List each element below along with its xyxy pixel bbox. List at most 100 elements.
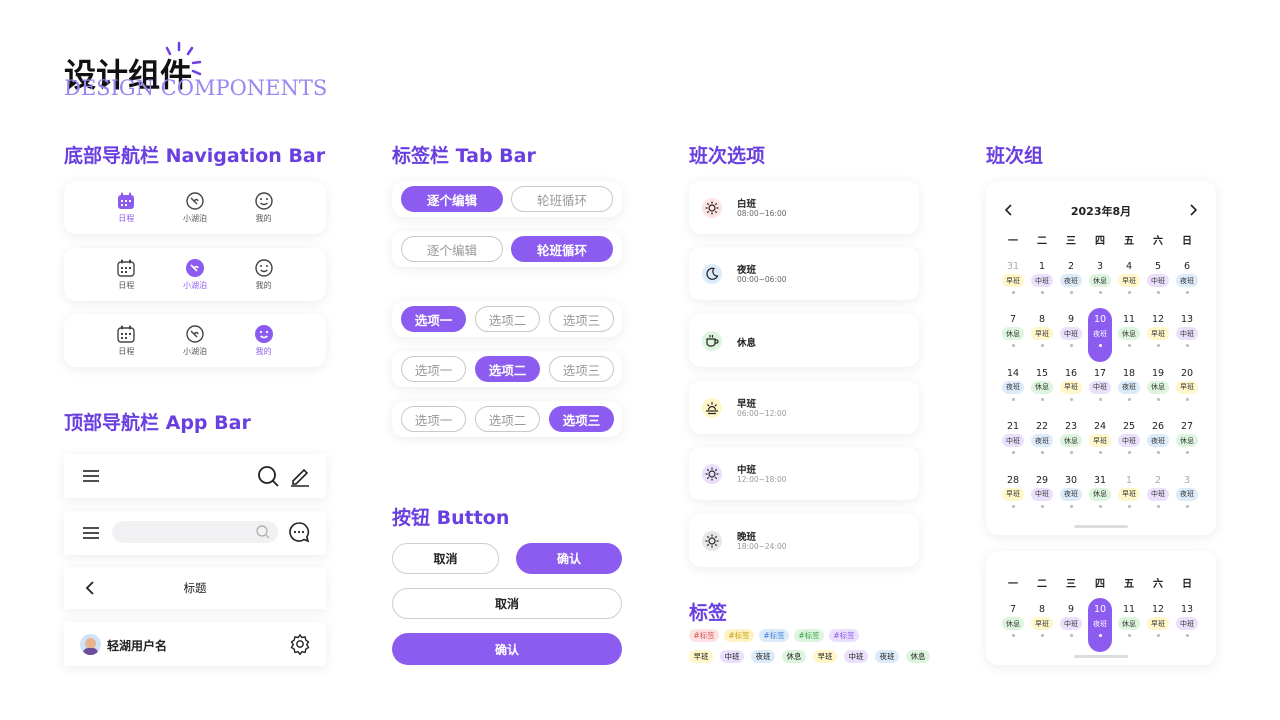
calendar-day[interactable]: 2 <box>1058 261 1084 272</box>
calendar-day[interactable]: 31 <box>1087 475 1113 486</box>
nav-item-me[interactable]: 我的 <box>234 324 294 357</box>
calendar-day[interactable]: 9 <box>1058 314 1084 325</box>
sun-icon <box>705 201 719 215</box>
home-indicator <box>1074 655 1128 658</box>
shift-option-evening[interactable]: 晚班 18:00~24:00 <box>689 514 919 567</box>
tab-option-3[interactable]: 选项三 <box>549 306 614 332</box>
shift-option-morning[interactable]: 早班 06:00~12:00 <box>689 381 919 434</box>
calendar-day[interactable]: 10 <box>1087 314 1113 325</box>
nav-item-schedule[interactable]: 日程 <box>96 191 156 224</box>
shift-badge: 中班 <box>1118 434 1140 448</box>
day-dot <box>1040 344 1044 348</box>
calendar-day[interactable]: 1 <box>1116 475 1142 486</box>
search-icon[interactable] <box>256 464 280 488</box>
app-bar-profile: 轻湖用户名 <box>64 622 326 666</box>
section-title-button: 按钮 Button <box>392 507 510 529</box>
calendar-day[interactable]: 23 <box>1058 421 1084 432</box>
tab-option-2[interactable]: 选项二 <box>475 356 540 382</box>
day-dot <box>1098 634 1102 637</box>
weekday-label: 五 <box>1124 236 1134 247</box>
tab-option-1[interactable]: 选项一 <box>401 356 466 382</box>
calendar-day[interactable]: 9 <box>1058 604 1084 615</box>
chevron-right-icon[interactable] <box>1188 203 1198 217</box>
avatar[interactable] <box>80 634 101 655</box>
calendar-day[interactable]: 13 <box>1174 314 1200 325</box>
tab-edit-each[interactable]: 逐个编辑 <box>401 236 503 262</box>
shift-time: 06:00~12:00 <box>737 409 787 418</box>
tab-rotation[interactable]: 轮班循环 <box>511 186 613 212</box>
shift-name: 早班 <box>737 399 757 410</box>
calendar-day[interactable]: 8 <box>1029 314 1055 325</box>
calendar-day[interactable]: 4 <box>1116 261 1142 272</box>
menu-icon[interactable] <box>82 525 100 541</box>
shift-option-night[interactable]: 夜班 00:00~06:00 <box>689 247 919 300</box>
shift-option-middle[interactable]: 中班 12:00~18:00 <box>689 447 919 500</box>
lake-icon <box>186 192 204 210</box>
shift-badge: 休息 <box>1089 274 1111 287</box>
nav-item-lake[interactable]: 小湖泊 <box>165 191 225 224</box>
tab-edit-each[interactable]: 逐个编辑 <box>401 186 503 212</box>
calendar-day[interactable]: 13 <box>1174 604 1200 615</box>
calendar-day[interactable]: 3 <box>1174 475 1200 486</box>
calendar-day[interactable]: 18 <box>1116 368 1142 379</box>
calendar-day[interactable]: 12 <box>1145 604 1171 615</box>
tab-option-1[interactable]: 选项一 <box>401 306 466 332</box>
calendar-day[interactable]: 10 <box>1087 604 1113 615</box>
shift-badge: 中班 <box>1147 274 1169 287</box>
calendar-day[interactable]: 25 <box>1116 421 1142 432</box>
nav-item-me[interactable]: 我的 <box>234 258 294 291</box>
calendar-day[interactable]: 11 <box>1116 604 1142 615</box>
calendar-day[interactable]: 27 <box>1174 421 1200 432</box>
cancel-button[interactable]: 取消 <box>392 543 499 574</box>
calendar-day[interactable]: 22 <box>1029 421 1055 432</box>
calendar-day[interactable]: 20 <box>1174 368 1200 379</box>
calendar-day[interactable]: 2 <box>1145 475 1171 486</box>
nav-item-schedule[interactable]: 日程 <box>96 324 156 357</box>
calendar-day[interactable]: 3 <box>1087 261 1113 272</box>
day-dot <box>1011 291 1015 294</box>
calendar-day[interactable]: 21 <box>1000 421 1026 432</box>
gear-icon[interactable] <box>289 633 311 655</box>
tab-option-3[interactable]: 选项三 <box>549 406 614 432</box>
calendar-day[interactable]: 30 <box>1058 475 1084 486</box>
calendar-day[interactable]: 26 <box>1145 421 1171 432</box>
calendar-day[interactable]: 12 <box>1145 314 1171 325</box>
smile-icon <box>254 325 273 343</box>
cancel-button-wide[interactable]: 取消 <box>392 588 622 619</box>
calendar-day[interactable]: 24 <box>1087 421 1113 432</box>
calendar-day[interactable]: 11 <box>1116 314 1142 325</box>
confirm-button-wide[interactable]: 确认 <box>392 633 622 665</box>
tab-option-3[interactable]: 选项三 <box>549 356 614 382</box>
tab-rotation[interactable]: 轮班循环 <box>511 236 613 262</box>
shift-option-day[interactable]: 白班 08:00~16:00 <box>689 181 919 234</box>
calendar-day[interactable]: 19 <box>1145 368 1171 379</box>
search-input[interactable] <box>112 521 278 543</box>
calendar-day[interactable]: 17 <box>1087 368 1113 379</box>
menu-icon[interactable] <box>82 468 100 484</box>
calendar-day[interactable]: 1 <box>1029 261 1055 272</box>
calendar-day[interactable]: 15 <box>1029 368 1055 379</box>
calendar-day[interactable]: 31 <box>1000 261 1026 272</box>
confirm-button[interactable]: 确认 <box>516 543 622 574</box>
calendar-day[interactable]: 14 <box>1000 368 1026 379</box>
nav-item-lake[interactable]: 小湖泊 <box>165 324 225 357</box>
day-dot <box>1098 397 1102 401</box>
calendar-day[interactable]: 6 <box>1174 261 1200 272</box>
calendar-day[interactable]: 7 <box>1000 314 1026 325</box>
tab-option-2[interactable]: 选项二 <box>475 406 540 432</box>
sun-icon <box>705 534 719 548</box>
calendar-day[interactable]: 28 <box>1000 475 1026 486</box>
nav-item-schedule[interactable]: 日程 <box>96 258 156 291</box>
calendar-day[interactable]: 7 <box>1000 604 1026 615</box>
nav-item-me[interactable]: 我的 <box>234 191 294 224</box>
calendar-day[interactable]: 16 <box>1058 368 1084 379</box>
tab-option-2[interactable]: 选项二 <box>475 306 540 332</box>
calendar-day[interactable]: 5 <box>1145 261 1171 272</box>
tab-option-1[interactable]: 选项一 <box>401 406 466 432</box>
calendar-day[interactable]: 8 <box>1029 604 1055 615</box>
shift-option-rest[interactable]: 休息 <box>689 314 919 367</box>
message-icon[interactable] <box>288 521 310 543</box>
calendar-day[interactable]: 29 <box>1029 475 1055 486</box>
nav-item-lake[interactable]: 小湖泊 <box>165 258 225 291</box>
edit-icon[interactable] <box>288 464 312 488</box>
